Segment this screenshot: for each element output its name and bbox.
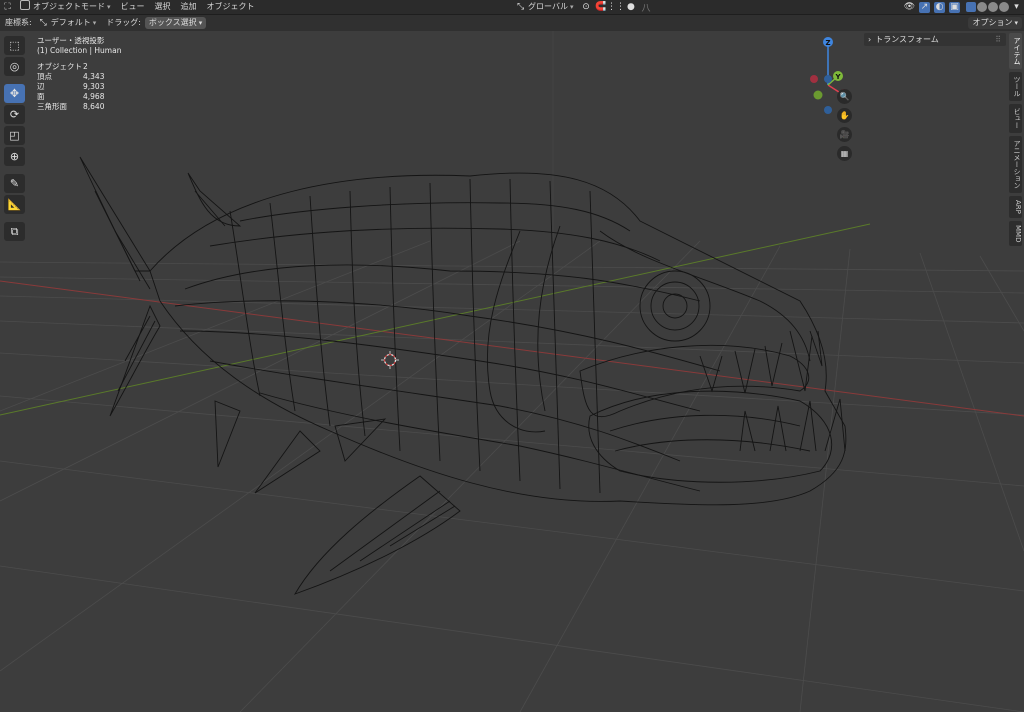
floor-grid (0, 240, 1024, 712)
add-cube-icon: ⧉ (10, 224, 19, 238)
snap-icon[interactable]: 🧲 (595, 2, 606, 13)
select-cursor-icon: ⬚ (9, 39, 20, 52)
drag-label: ドラッグ: (106, 18, 141, 27)
camera-view-icon[interactable]: 🎥 (837, 127, 852, 142)
view-name: ユーザー・透視投影 (37, 36, 105, 45)
options-dropdown[interactable]: オプション ▾ (968, 17, 1022, 29)
wireframe-shading-button[interactable] (966, 2, 977, 12)
chevron-down-icon: ▾ (92, 19, 97, 27)
mode-dropdown[interactable]: オブジェクトモード ▾ (15, 0, 116, 14)
chevron-down-icon: ▾ (569, 3, 574, 11)
visibility-icon[interactable]: 👁 (904, 2, 915, 13)
chevron-down-icon: ▾ (198, 19, 203, 27)
editor-type-icon[interactable]: ⛶ (2, 2, 13, 13)
pivot-point-icon[interactable]: ⊙ (580, 2, 591, 13)
gizmo-toggle-icon[interactable]: ↗ (919, 1, 931, 13)
viewport-header: ⛶ オブジェクトモード ▾ ビュー 選択 追加 オブジェクト ⤡ グローバル ▾ ⊙ … (0, 0, 1024, 15)
shading-options-chevron-icon[interactable]: ▾ (1011, 2, 1022, 13)
orientation-icon: ⤡ (39, 18, 47, 28)
rotate-tool[interactable]: ⟳ (4, 105, 25, 124)
chevron-right-icon: › (868, 35, 872, 44)
stat-row: オブジェクト 2 (37, 62, 88, 71)
orientation-icon: ⤡ (516, 2, 525, 12)
cursor-icon: ◎ (9, 60, 20, 73)
menu-select[interactable]: 選択 (150, 0, 176, 14)
coord-dropdown[interactable]: ⤡ デフォルト ▾ (34, 16, 102, 30)
rendered-shading-button[interactable] (999, 2, 1010, 12)
pencil-icon: ✎ (9, 177, 20, 190)
ruler-icon: 📐 (7, 198, 22, 211)
material-shading-button[interactable] (988, 2, 999, 12)
stat-row: 頂点 4,343 (37, 72, 105, 81)
collection-name: (1) Collection | Human (37, 46, 122, 55)
viewport-canvas: Z Y X (0, 31, 1024, 712)
transform-orientation-dropdown[interactable]: ⤡ グローバル ▾ (508, 0, 578, 14)
menu-add[interactable]: 追加 (176, 0, 202, 14)
chevron-down-icon: ▾ (107, 3, 111, 11)
stat-row: 面 4,968 (37, 92, 105, 101)
scale-tool[interactable]: ◰ (4, 126, 25, 145)
overlay-toggle-icon[interactable]: ◐ (934, 1, 946, 13)
x-axis-line (0, 280, 1024, 417)
xray-toggle-icon[interactable]: ▣ (949, 1, 961, 13)
tab-tool[interactable]: ツール (1009, 72, 1022, 101)
tab-animation[interactable]: アニメーション (1009, 136, 1022, 193)
tool-settings-bar: 座標系: ⤡ デフォルト ▾ ドラッグ: ボックス選択 ▾ オプション ▾ (0, 15, 1024, 31)
snap-grid-icon[interactable]: ⋮⋮ (607, 2, 625, 13)
menu-object[interactable]: オブジェクト (202, 0, 260, 14)
move-icon: ✥ (9, 87, 20, 100)
chevron-down-icon: ▾ (1014, 19, 1018, 27)
transform-icon: ⊕ (9, 150, 20, 163)
stat-row: 三角形面 8,640 (37, 102, 105, 111)
3d-viewport[interactable]: Z Y X (0, 31, 1024, 712)
annotate-tool[interactable]: ✎ (4, 174, 25, 193)
tab-mmd[interactable]: MMD (1009, 220, 1022, 247)
select-box-tool[interactable]: ⬚ (4, 36, 25, 55)
tab-arp[interactable]: ARP (1009, 196, 1022, 218)
shading-buttons (966, 2, 1010, 12)
measure-tool[interactable]: 📐 (4, 195, 25, 214)
falloff-icon[interactable]: 八 (640, 2, 651, 14)
object-mode-icon (20, 0, 30, 10)
viewport-stats-overlay: ユーザー・透視投影 (1) Collection | Human オブジェクト 2… (37, 36, 121, 112)
menu-view[interactable]: ビュー (116, 0, 150, 14)
navigation-controls: 🔍 ✋ 🎥 ▦ (837, 89, 852, 161)
drag-dropdown[interactable]: ボックス選択 ▾ (144, 17, 207, 29)
gizmo-z-label: Z (825, 39, 830, 47)
add-cube-tool[interactable]: ⧉ (4, 222, 25, 241)
solid-shading-button[interactable] (977, 2, 988, 12)
tab-item[interactable]: アイテム (1009, 33, 1022, 69)
transform-panel-header[interactable]: › トランスフォーム ⠿ (864, 33, 1006, 46)
sidebar-tabs: アイテム ツール ビュー アニメーション ARP MMD (1009, 33, 1022, 247)
stat-row: 辺 9,303 (37, 82, 105, 91)
fish-wireframe-mesh (79, 156, 847, 595)
drag-handle-icon[interactable]: ⠿ (995, 35, 1001, 44)
proportional-edit-icon[interactable]: ● (625, 2, 636, 13)
transform-tool[interactable]: ⊕ (4, 147, 25, 166)
scale-icon: ◰ (9, 129, 20, 142)
transform-panel-title: トランスフォーム (875, 35, 939, 44)
left-toolbar: ⬚ ◎ ✥ ⟳ ◰ ⊕ ✎ 📐 ⧉ (4, 36, 27, 241)
move-tool[interactable]: ✥ (4, 84, 25, 103)
rotate-icon: ⟳ (9, 108, 20, 121)
pan-hand-icon[interactable]: ✋ (837, 108, 852, 123)
cursor-tool[interactable]: ◎ (4, 57, 25, 76)
gizmo-y-label: Y (834, 73, 841, 81)
perspective-grid-icon[interactable]: ▦ (837, 146, 852, 161)
zoom-icon[interactable]: 🔍 (837, 89, 852, 104)
tab-view[interactable]: ビュー (1009, 104, 1022, 133)
coord-label: 座標系: (5, 18, 32, 27)
